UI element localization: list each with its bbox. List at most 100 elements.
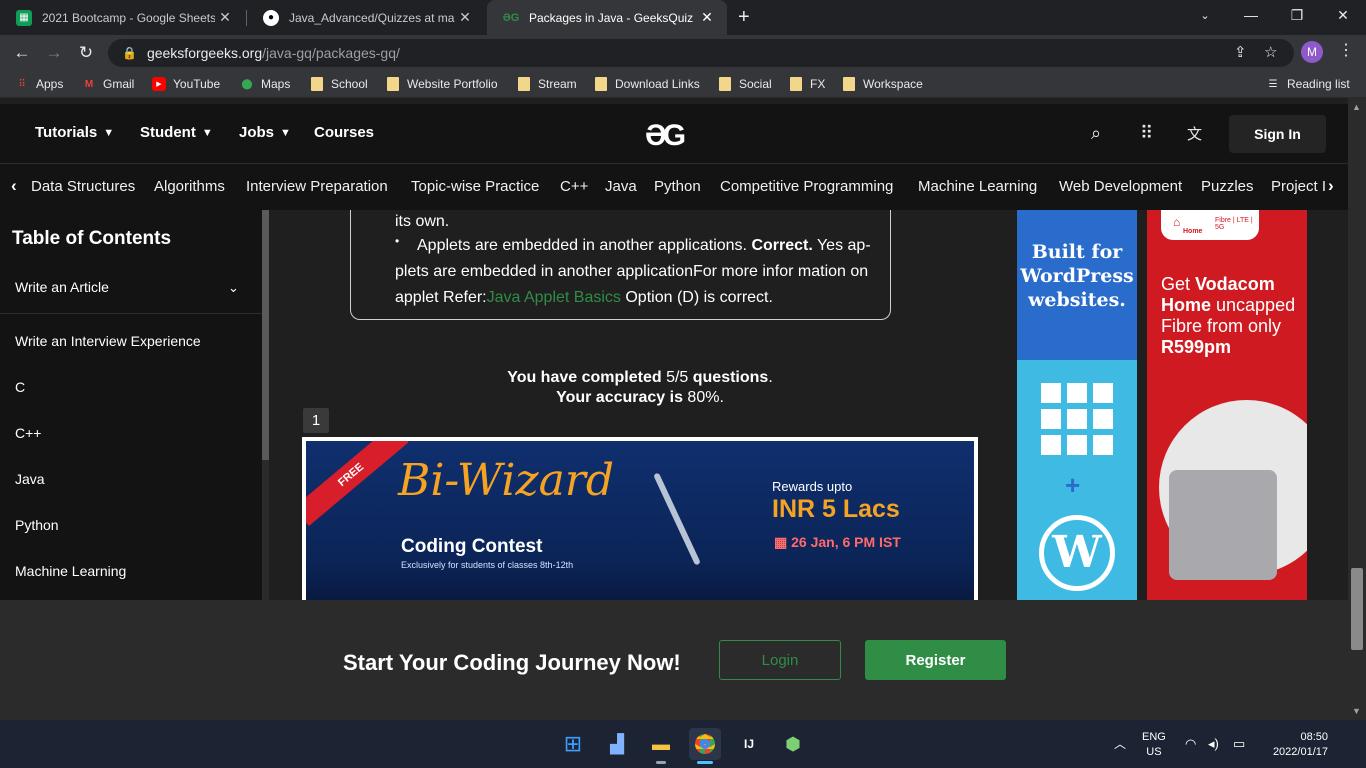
new-tab-button[interactable]: +	[738, 6, 750, 29]
category-interview-preparation[interactable]: Interview Preparation	[246, 178, 388, 195]
reload-icon[interactable]: ↻	[70, 35, 102, 70]
restore-icon[interactable]: ❐	[1274, 0, 1320, 30]
sidebar-item-write-article[interactable]: Write an Article	[15, 279, 109, 295]
bookmark-folder-school[interactable]: School	[311, 75, 368, 93]
close-window-icon[interactable]: ✕	[1320, 0, 1366, 30]
bi-wizard-contest-banner[interactable]: FREE Bi-Wizard Coding Contest Exclusivel…	[302, 437, 978, 600]
battery-icon[interactable]: ▭	[1233, 736, 1245, 752]
scroll-up-icon[interactable]: ▲	[1352, 102, 1361, 112]
correct-label: Correct.	[751, 237, 813, 254]
grid-tile-icon	[1067, 409, 1087, 429]
sidebar-scrollbar-thumb[interactable]	[262, 210, 269, 460]
sidebar-item-cpp[interactable]: C++	[15, 425, 41, 441]
vodacom-ad[interactable]: ⌂ Home Fibre | LTE | 5G Get Vodacom Home…	[1147, 210, 1307, 600]
sidebar-item-python[interactable]: Python	[15, 517, 59, 533]
sidebar-item-machine-learning[interactable]: Machine Learning	[15, 563, 126, 579]
profile-avatar[interactable]: M	[1301, 41, 1323, 63]
share-icon[interactable]: ⇪	[1234, 43, 1247, 61]
back-arrow-icon[interactable]: ←	[6, 35, 38, 70]
category-machine-learning[interactable]: Machine Learning	[918, 178, 1037, 195]
bullet-icon: •	[395, 234, 400, 248]
close-icon[interactable]: ✕	[697, 9, 717, 26]
tab-geeksquiz[interactable]: ƏG Packages in Java - GeeksQuiz ✕	[487, 0, 727, 35]
explanation-text: applet Refer:	[395, 289, 487, 306]
system-clock[interactable]: 08:50 2022/01/17	[1258, 730, 1328, 760]
category-python[interactable]: Python	[654, 178, 701, 195]
nav-courses[interactable]: Courses	[314, 124, 374, 141]
banner-date: ▦ 26 Jan, 6 PM IST	[774, 534, 901, 551]
tab-google-sheets[interactable]: ▦ 2021 Bootcamp - Google Sheets ✕	[0, 0, 245, 35]
gfg-logo[interactable]: ƏG	[645, 119, 686, 153]
chevron-right-icon[interactable]: ›	[1328, 176, 1334, 196]
banner-reward-amount: INR 5 Lacs	[772, 495, 900, 523]
bookmark-folder-portfolio[interactable]: Website Portfolio	[387, 75, 498, 93]
stocks-widget-icon[interactable]: ▟	[601, 728, 633, 760]
bookmark-gmail[interactable]: M Gmail	[82, 75, 135, 93]
category-puzzles[interactable]: Puzzles	[1201, 178, 1254, 195]
result-text: questions	[688, 369, 769, 386]
category-algorithms[interactable]: Algorithms	[154, 178, 225, 195]
category-topic-wise-practice[interactable]: Topic-wise Practice	[411, 178, 539, 195]
chevron-left-icon[interactable]: ‹	[11, 176, 17, 196]
reading-list-button[interactable]: ☰ Reading list	[1266, 75, 1350, 93]
virtualbox-icon[interactable]: ⬢	[777, 728, 809, 760]
login-button[interactable]: Login	[719, 640, 841, 680]
volume-icon[interactable]: ◂)	[1208, 736, 1219, 752]
nav-tutorials[interactable]: Tutorials ▼	[35, 124, 114, 141]
intellij-icon[interactable]: IJ	[733, 728, 765, 760]
question-number-badge[interactable]: 1	[303, 408, 329, 433]
file-explorer-icon[interactable]: ▬	[645, 728, 677, 760]
register-button[interactable]: Register	[865, 640, 1006, 680]
sidebar-item-interview-experience[interactable]: Write an Interview Experience	[15, 333, 201, 349]
browser-menu-icon[interactable]: ⋮	[1338, 40, 1354, 60]
page-scrollbar-thumb[interactable]	[1351, 568, 1363, 650]
category-web-development[interactable]: Web Development	[1059, 178, 1182, 195]
completion-line: You have completed 5/5 questions.	[269, 368, 1011, 388]
wordpress-ad[interactable]: Built for WordPress websites. + W	[1017, 210, 1137, 600]
close-icon[interactable]: ✕	[455, 9, 475, 26]
bookmark-apps[interactable]: ⠿ Apps	[15, 75, 63, 93]
chevron-down-icon[interactable]: ⌄	[228, 280, 239, 296]
bookmark-youtube[interactable]: ▶ YouTube	[152, 75, 220, 93]
bookmark-folder-stream[interactable]: Stream	[518, 75, 577, 93]
apps-grid-icon[interactable]: ⠿	[1140, 123, 1153, 144]
bookmark-folder-workspace[interactable]: Workspace	[843, 75, 923, 93]
forward-arrow-icon[interactable]: →	[38, 35, 70, 70]
wifi-icon[interactable]: ◠	[1185, 736, 1196, 752]
tray-overflow-icon[interactable]: ︿	[1114, 735, 1126, 752]
chrome-icon[interactable]	[689, 728, 721, 760]
grid-tile-icon	[1041, 409, 1061, 429]
browser-toolbar: ← → ↻ 🔒 geeksforgeeks.org /java-gq/packa…	[0, 35, 1366, 70]
sidebar-item-c[interactable]: C	[15, 379, 25, 395]
sidebar-item-java[interactable]: Java	[15, 471, 45, 487]
bookmark-folder-fx[interactable]: FX	[790, 75, 825, 93]
bookmark-star-icon[interactable]: ☆	[1264, 43, 1277, 61]
search-icon[interactable]: ⌕	[1091, 123, 1101, 144]
nav-jobs[interactable]: Jobs ▼	[239, 124, 291, 141]
folder-icon	[719, 77, 731, 91]
bookmark-folder-downloads[interactable]: Download Links	[595, 75, 700, 93]
language-indicator[interactable]: ENG US	[1142, 730, 1166, 760]
java-applet-basics-link[interactable]: Java Applet Basics	[487, 289, 621, 306]
category-project-ideas[interactable]: Project I	[1271, 178, 1331, 195]
accuracy-text: .	[719, 389, 724, 406]
tab-search-icon[interactable]: ⌄	[1182, 0, 1228, 30]
youtube-icon: ▶	[152, 77, 166, 91]
windows-start-icon[interactable]: ⊞	[557, 728, 589, 760]
close-icon[interactable]: ✕	[215, 9, 235, 26]
category-competitive-programming[interactable]: Competitive Programming	[720, 178, 893, 195]
bookmark-folder-social[interactable]: Social	[719, 75, 772, 93]
scroll-down-icon[interactable]: ▼	[1352, 706, 1361, 716]
tab-github[interactable]: ● Java_Advanced/Quizzes at main ✕	[247, 0, 485, 35]
category-cpp[interactable]: C++	[560, 178, 588, 195]
nav-student[interactable]: Student ▼	[140, 124, 213, 141]
address-bar[interactable]: 🔒 geeksforgeeks.org /java-gq/packages-gq…	[108, 39, 1294, 67]
minimize-icon[interactable]: —	[1228, 0, 1274, 30]
translate-icon[interactable]: 文	[1187, 123, 1202, 144]
answer-explanation-box: its own. • Applets are embedded in anoth…	[350, 210, 891, 320]
sign-in-button[interactable]: Sign In	[1229, 115, 1326, 153]
category-java[interactable]: Java	[605, 178, 637, 195]
bookmark-maps[interactable]: ⬤ Maps	[240, 75, 290, 93]
category-data-structures[interactable]: Data Structures	[31, 178, 135, 195]
vodacom-home-label: Home	[1183, 228, 1203, 235]
